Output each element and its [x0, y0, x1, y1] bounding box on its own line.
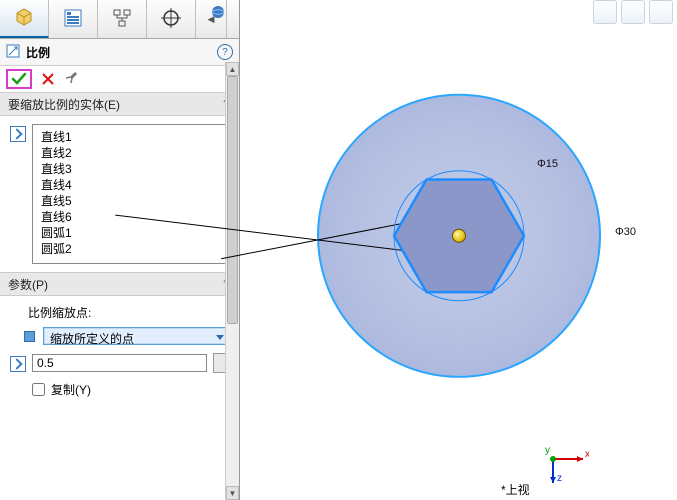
axis-y-label: y [545, 445, 550, 456]
axis-z-label: z [557, 473, 562, 483]
entities-group-header[interactable]: 要缩放比例的实体(E) ⌃ [0, 92, 239, 116]
sphere-icon [211, 5, 225, 22]
tab-overflow[interactable]: ◀ [196, 0, 227, 38]
params-group-body: 比例缩放点: 缩放所定义的点 复制(Y) [0, 296, 239, 406]
panel-tabbar: ◀ [0, 0, 239, 39]
copy-option[interactable]: 复制(Y) [32, 381, 229, 398]
list-item[interactable]: 直线2 [41, 145, 220, 161]
view-tool-icon[interactable] [649, 0, 673, 24]
dimension-label-d2[interactable]: Φ30 [615, 226, 636, 238]
scale-point-value: 缩放所定义的点 [50, 332, 134, 346]
tab-config[interactable] [49, 0, 98, 38]
view-name-label: *上视 [501, 481, 530, 498]
tab-datum[interactable] [147, 0, 196, 38]
scroll-down-arrow[interactable]: ▼ [226, 486, 239, 500]
cancel-button[interactable] [42, 73, 54, 85]
entities-group-label: 要缩放比例的实体(E) [8, 96, 120, 113]
scale-icon [6, 44, 20, 61]
crosshair-icon [160, 7, 182, 32]
panel-scrollbar[interactable]: ▲ ▼ [225, 62, 239, 500]
list-item[interactable]: 直线4 [41, 177, 220, 193]
view-tool-icon[interactable] [593, 0, 617, 24]
dimension-label-d1[interactable]: Φ15 [537, 158, 558, 170]
outer-circle[interactable]: Φ15 Φ30 [317, 94, 601, 378]
list-icon [62, 7, 84, 32]
hierarchy-icon [111, 7, 133, 32]
ok-button[interactable] [11, 72, 27, 86]
entities-group-body: 直线1直线2直线3直线4直线5直线6圆弧1圆弧2 [0, 116, 239, 272]
action-row [0, 66, 239, 92]
feature-title-row: 比例 ? [0, 39, 239, 66]
pin-button[interactable] [64, 71, 78, 88]
copy-label: 复制(Y) [51, 381, 91, 398]
graphics-viewport[interactable]: Φ15 Φ30 x y z *上视 [241, 0, 677, 500]
orientation-triad[interactable]: x y z [541, 435, 589, 486]
scale-factor-icon [10, 356, 26, 372]
scale-point-dropdown[interactable]: 缩放所定义的点 [43, 327, 229, 345]
feature-panel: ◀ 比例 ? 要缩放比例的实体(E) ⌃ [0, 0, 240, 500]
copy-checkbox[interactable] [32, 383, 45, 396]
origin-point[interactable] [452, 229, 466, 243]
params-group-header[interactable]: 参数(P) ⌃ [0, 272, 239, 296]
list-item[interactable]: 直线5 [41, 193, 220, 209]
tab-tree[interactable] [98, 0, 147, 38]
list-item[interactable]: 直线1 [41, 129, 220, 145]
tab-feature[interactable] [0, 0, 49, 38]
view-toolbar [593, 0, 673, 24]
list-item[interactable]: 直线3 [41, 161, 220, 177]
list-item[interactable]: 圆弧2 [41, 241, 220, 257]
params-group-label: 参数(P) [8, 276, 48, 293]
cube-icon [13, 6, 35, 31]
scale-point-label: 比例缩放点: [28, 304, 229, 321]
entity-list[interactable]: 直线1直线2直线3直线4直线5直线6圆弧1圆弧2 [32, 124, 229, 264]
axis-x-label: x [585, 449, 589, 460]
help-icon[interactable]: ? [217, 44, 233, 60]
feature-title: 比例 [26, 44, 50, 61]
scroll-up-arrow[interactable]: ▲ [226, 62, 239, 76]
scale-factor-input[interactable] [32, 354, 207, 372]
view-tool-icon[interactable] [621, 0, 645, 24]
scroll-thumb[interactable] [227, 76, 238, 324]
model-geometry: Φ15 Φ30 [317, 94, 601, 378]
selection-filter-icon[interactable] [10, 126, 26, 142]
highlight-annotation [6, 69, 32, 89]
point-marker-icon [24, 331, 35, 342]
list-item[interactable]: 圆弧1 [41, 225, 220, 241]
